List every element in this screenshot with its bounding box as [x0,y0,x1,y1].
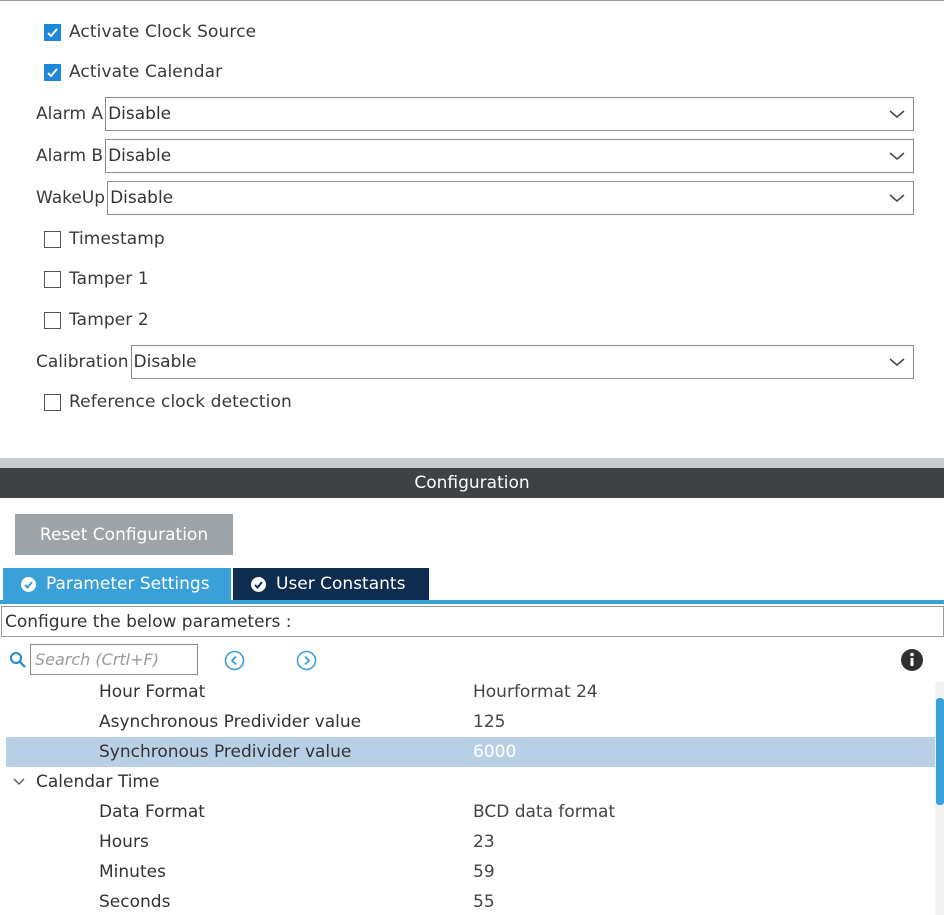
parameter-value[interactable]: 125 [473,712,505,732]
wakeup-row: WakeUp Disable [36,181,914,215]
tree-group-calendar-time[interactable]: Calendar Time [6,767,935,797]
checkbox-checked-icon [44,23,61,41]
parameter-row[interactable]: Minutes 59 [6,857,935,887]
configuration-title: Configuration [414,473,530,493]
check-circle-icon [21,576,36,592]
tab-parameter-settings[interactable]: Parameter Settings [3,568,231,600]
config-tabs: Parameter Settings User Constants [3,568,429,600]
next-arrow-icon[interactable] [296,650,317,671]
reference-clock-detection-label: Reference clock detection [69,392,292,412]
parameter-row[interactable]: Data Format BCD data format [6,797,935,827]
activate-calendar-checkbox[interactable]: Activate Calendar [44,61,222,83]
tamper1-label: Tamper 1 [69,269,149,289]
previous-arrow-icon[interactable] [224,650,245,671]
parameter-value[interactable]: 55 [473,892,495,912]
parameter-value[interactable]: 6000 [473,742,516,762]
chevron-down-icon [889,194,905,202]
checkbox-unchecked-icon [44,311,61,329]
instruction-text: Configure the below parameters : [5,611,292,632]
wakeup-value: Disable [110,188,174,208]
parameter-name: Synchronous Predivider value [99,742,352,762]
chevron-down-icon [889,110,905,118]
alarm-b-label: Alarm B [36,146,104,166]
parameter-name: Seconds [99,892,171,912]
alarm-b-row: Alarm B Disable [36,139,914,173]
tamper2-label: Tamper 2 [69,310,149,330]
checkbox-checked-icon [44,63,61,81]
parameter-value[interactable]: 59 [473,862,495,882]
scrollbar-thumb[interactable] [936,698,944,805]
chevron-down-icon [889,152,905,160]
checkbox-unchecked-icon [44,393,61,411]
activate-clock-source-label: Activate Clock Source [69,22,257,42]
alarm-b-value: Disable [108,146,172,166]
tab-user-constants-label: User Constants [276,574,406,594]
alarm-b-select[interactable]: Disable [105,139,914,173]
parameter-row-selected[interactable]: Synchronous Predivider value 6000 [6,737,935,767]
info-icon[interactable] [900,648,924,672]
chevron-down-icon [889,358,905,366]
chevron-down-icon[interactable] [12,775,26,789]
reset-configuration-button[interactable]: Reset Configuration [15,514,233,555]
tab-underline [0,600,944,604]
top-divider [0,0,944,1]
parameter-name: Asynchronous Predivider value [99,712,362,732]
wakeup-label: WakeUp [36,188,106,208]
tab-parameter-settings-label: Parameter Settings [46,574,210,594]
parameter-row[interactable]: Asynchronous Predivider value 125 [6,707,935,737]
activate-clock-source-checkbox[interactable]: Activate Clock Source [44,21,256,43]
checkbox-unchecked-icon [44,270,61,288]
panel-splitter[interactable] [0,458,944,468]
calibration-row: Calibration Disable [36,345,914,379]
alarm-a-row: Alarm A Disable [36,97,914,131]
checkbox-unchecked-icon [44,230,61,248]
tamper1-checkbox[interactable]: Tamper 1 [44,268,149,290]
configuration-header: Configuration [0,468,944,498]
search-icon [10,652,26,668]
instruction-box: Configure the below parameters : [1,606,944,637]
parameter-value[interactable]: BCD data format [473,802,615,822]
alarm-a-select[interactable]: Disable [105,97,914,131]
timestamp-checkbox[interactable]: Timestamp [44,228,165,250]
alarm-a-label: Alarm A [36,104,104,124]
parameter-value[interactable]: Hourformat 24 [473,682,598,702]
calibration-select[interactable]: Disable [130,345,914,379]
alarm-a-value: Disable [108,104,172,124]
activate-calendar-label: Activate Calendar [69,62,223,82]
timestamp-label: Timestamp [69,229,165,249]
parameter-row[interactable]: Seconds 55 [6,887,935,915]
calibration-value: Disable [133,352,197,372]
parameter-name: Hour Format [99,682,206,702]
parameter-row[interactable]: Hour Format Hourformat 24 [6,677,935,707]
wakeup-select[interactable]: Disable [107,181,914,215]
reference-clock-detection-checkbox[interactable]: Reference clock detection [44,391,292,413]
calibration-label: Calibration [36,352,129,372]
search-input[interactable] [30,644,198,675]
parameter-name: Hours [99,832,149,852]
tab-user-constants[interactable]: User Constants [233,568,429,600]
parameter-value[interactable]: 23 [473,832,495,852]
parameter-name: Minutes [99,862,166,882]
group-name: Calendar Time [36,772,160,792]
check-circle-icon [251,576,266,592]
parameter-row[interactable]: Hours 23 [6,827,935,857]
parameter-name: Data Format [99,802,205,822]
tamper2-checkbox[interactable]: Tamper 2 [44,309,149,331]
